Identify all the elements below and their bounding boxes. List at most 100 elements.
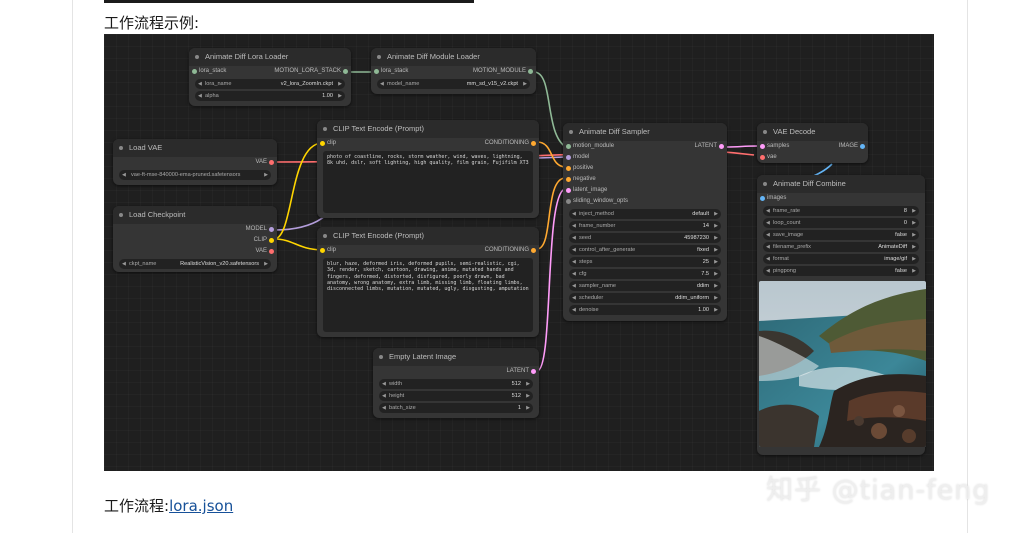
arrow-right-icon[interactable]: ▶	[714, 257, 718, 267]
input-socket[interactable]	[192, 69, 197, 74]
prompt-textarea-positive[interactable]: photo of coastline, rocks, storm weather…	[323, 151, 533, 213]
arrow-right-icon[interactable]: ▶	[526, 379, 530, 389]
arrow-left-icon[interactable]: ◀	[380, 79, 384, 89]
combine-widget[interactable]: ◀ filename_prefix AnimateDiff ▶	[763, 242, 919, 252]
output-socket[interactable]	[531, 369, 536, 374]
arrow-left-icon[interactable]: ◀	[122, 170, 126, 180]
arrow-right-icon[interactable]: ▶	[714, 233, 718, 243]
node-title[interactable]: Animate Diff Module Loader	[371, 48, 536, 66]
arrow-left-icon[interactable]: ◀	[572, 281, 576, 291]
node-title[interactable]: Animate Diff Lora Loader	[189, 48, 351, 66]
output-socket[interactable]	[719, 144, 724, 149]
arrow-right-icon[interactable]: ▶	[714, 293, 718, 303]
arrow-right-icon[interactable]: ▶	[912, 242, 916, 252]
arrow-right-icon[interactable]: ▶	[714, 221, 718, 231]
input-socket[interactable]	[320, 248, 325, 253]
arrow-left-icon[interactable]: ◀	[572, 233, 576, 243]
node-empty-latent-image[interactable]: Empty Latent Image LATENT ◀ width 512 ▶ ◀ he…	[373, 348, 539, 418]
arrow-right-icon[interactable]: ▶	[714, 269, 718, 279]
input-socket-negative[interactable]	[566, 177, 571, 182]
prompt-textarea-negative[interactable]: blur, haze, deformed iris, deformed pupi…	[323, 258, 533, 332]
widget-model-name[interactable]: ◀ model_name mm_sd_v15_v2.ckpt ▶	[377, 79, 530, 89]
arrow-right-icon[interactable]: ▶	[912, 266, 916, 276]
arrow-left-icon[interactable]: ◀	[198, 79, 202, 89]
widget-alpha[interactable]: ◀ alpha 1.00 ▶	[195, 91, 345, 101]
output-socket[interactable]	[528, 69, 533, 74]
workflow-json-link[interactable]: lora.json	[169, 497, 233, 515]
output-socket-clip[interactable]	[269, 238, 274, 243]
combine-widget[interactable]: ◀ loop_count 0 ▶	[763, 218, 919, 228]
output-socket[interactable]	[531, 248, 536, 253]
sampler-widget[interactable]: ◀ frame_number 14 ▶	[569, 221, 721, 231]
arrow-left-icon[interactable]: ◀	[572, 293, 576, 303]
arrow-right-icon[interactable]: ▶	[912, 230, 916, 240]
output-socket-model[interactable]	[269, 227, 274, 232]
node-clip-text-encode-negative[interactable]: CLIP Text Encode (Prompt) clip CONDITION…	[317, 227, 539, 337]
input-socket-positive[interactable]	[566, 166, 571, 171]
node-title[interactable]: Load Checkpoint	[113, 206, 277, 224]
node-title[interactable]: Animate Diff Combine	[757, 175, 925, 193]
node-title[interactable]: CLIP Text Encode (Prompt)	[317, 227, 539, 245]
arrow-left-icon[interactable]: ◀	[766, 254, 770, 264]
sampler-widget[interactable]: ◀ seed 45987230 ▶	[569, 233, 721, 243]
arrow-right-icon[interactable]: ▶	[714, 245, 718, 255]
input-socket-latent-image[interactable]	[566, 188, 571, 193]
arrow-left-icon[interactable]: ◀	[572, 209, 576, 219]
input-socket[interactable]	[374, 69, 379, 74]
node-title[interactable]: CLIP Text Encode (Prompt)	[317, 120, 539, 138]
input-socket-samples[interactable]	[760, 144, 765, 149]
node-module-loader[interactable]: Animate Diff Module Loader lora_stack MO…	[371, 48, 536, 94]
node-title[interactable]: VAE Decode	[757, 123, 868, 141]
arrow-left-icon[interactable]: ◀	[382, 379, 386, 389]
output-socket-vae[interactable]	[269, 249, 274, 254]
sampler-widget[interactable]: ◀ cfg 7.5 ▶	[569, 269, 721, 279]
output-socket[interactable]	[531, 141, 536, 146]
arrow-right-icon[interactable]: ▶	[526, 391, 530, 401]
sampler-widget[interactable]: ◀ inject_method default ▶	[569, 209, 721, 219]
node-load-vae[interactable]: Load VAE VAE ◀ vae-ft-mse-840000-ema-prun…	[113, 139, 277, 185]
combine-widget[interactable]: ◀ save_image false ▶	[763, 230, 919, 240]
output-socket[interactable]	[343, 69, 348, 74]
widget-vae-name[interactable]: ◀ vae-ft-mse-840000-ema-pruned.safetensor…	[119, 170, 271, 180]
node-animate-diff-sampler[interactable]: Animate Diff Sampler motion_module LATEN…	[563, 123, 727, 321]
node-load-checkpoint[interactable]: Load Checkpoint MODEL CLIP VAE ◀ ckpt_nam…	[113, 206, 277, 272]
node-clip-text-encode-positive[interactable]: CLIP Text Encode (Prompt) clip CONDITION…	[317, 120, 539, 218]
node-lora-loader[interactable]: Animate Diff Lora Loader lora_stack MOTI…	[189, 48, 351, 106]
combine-widget[interactable]: ◀ frame_rate 8 ▶	[763, 206, 919, 216]
node-title[interactable]: Empty Latent Image	[373, 348, 539, 366]
node-animate-diff-combine[interactable]: Animate Diff Combine images ◀ frame_rate 8…	[757, 175, 926, 455]
arrow-right-icon[interactable]: ▶	[338, 79, 342, 89]
node-title[interactable]: Load VAE	[113, 139, 277, 157]
arrow-right-icon[interactable]: ▶	[714, 209, 718, 219]
widget-batch-size[interactable]: ◀ batch_size 1 ▶	[379, 403, 533, 413]
arrow-right-icon[interactable]: ▶	[523, 79, 527, 89]
arrow-left-icon[interactable]: ◀	[766, 206, 770, 216]
arrow-right-icon[interactable]: ▶	[912, 218, 916, 228]
arrow-left-icon[interactable]: ◀	[572, 269, 576, 279]
input-socket-images[interactable]	[760, 196, 765, 201]
combine-widget[interactable]: ◀ pingpong false ▶	[763, 266, 919, 276]
arrow-left-icon[interactable]: ◀	[766, 230, 770, 240]
arrow-right-icon[interactable]: ▶	[264, 170, 268, 180]
arrow-left-icon[interactable]: ◀	[766, 266, 770, 276]
arrow-right-icon[interactable]: ▶	[714, 281, 718, 291]
node-vae-decode[interactable]: VAE Decode samples IMAGE vae	[757, 123, 868, 163]
combine-widget[interactable]: ◀ format image/gif ▶	[763, 254, 919, 264]
input-socket-vae[interactable]	[760, 155, 765, 160]
arrow-right-icon[interactable]: ▶	[912, 254, 916, 264]
widget-width[interactable]: ◀ width 512 ▶	[379, 379, 533, 389]
input-socket[interactable]	[320, 141, 325, 146]
widget-height[interactable]: ◀ height 512 ▶	[379, 391, 533, 401]
arrow-right-icon[interactable]: ▶	[338, 91, 342, 101]
arrow-left-icon[interactable]: ◀	[572, 305, 576, 315]
sampler-widget[interactable]: ◀ sampler_name ddim ▶	[569, 281, 721, 291]
sampler-widget[interactable]: ◀ scheduler ddim_uniform ▶	[569, 293, 721, 303]
arrow-right-icon[interactable]: ▶	[264, 259, 268, 269]
output-socket[interactable]	[860, 144, 865, 149]
input-socket-motion-module[interactable]	[566, 144, 571, 149]
widget-lora-name[interactable]: ◀ lora_name v2_lora_ZoomIn.ckpt ▶	[195, 79, 345, 89]
arrow-left-icon[interactable]: ◀	[198, 91, 202, 101]
sampler-widget[interactable]: ◀ denoise 1.00 ▶	[569, 305, 721, 315]
arrow-left-icon[interactable]: ◀	[766, 218, 770, 228]
arrow-left-icon[interactable]: ◀	[122, 259, 126, 269]
